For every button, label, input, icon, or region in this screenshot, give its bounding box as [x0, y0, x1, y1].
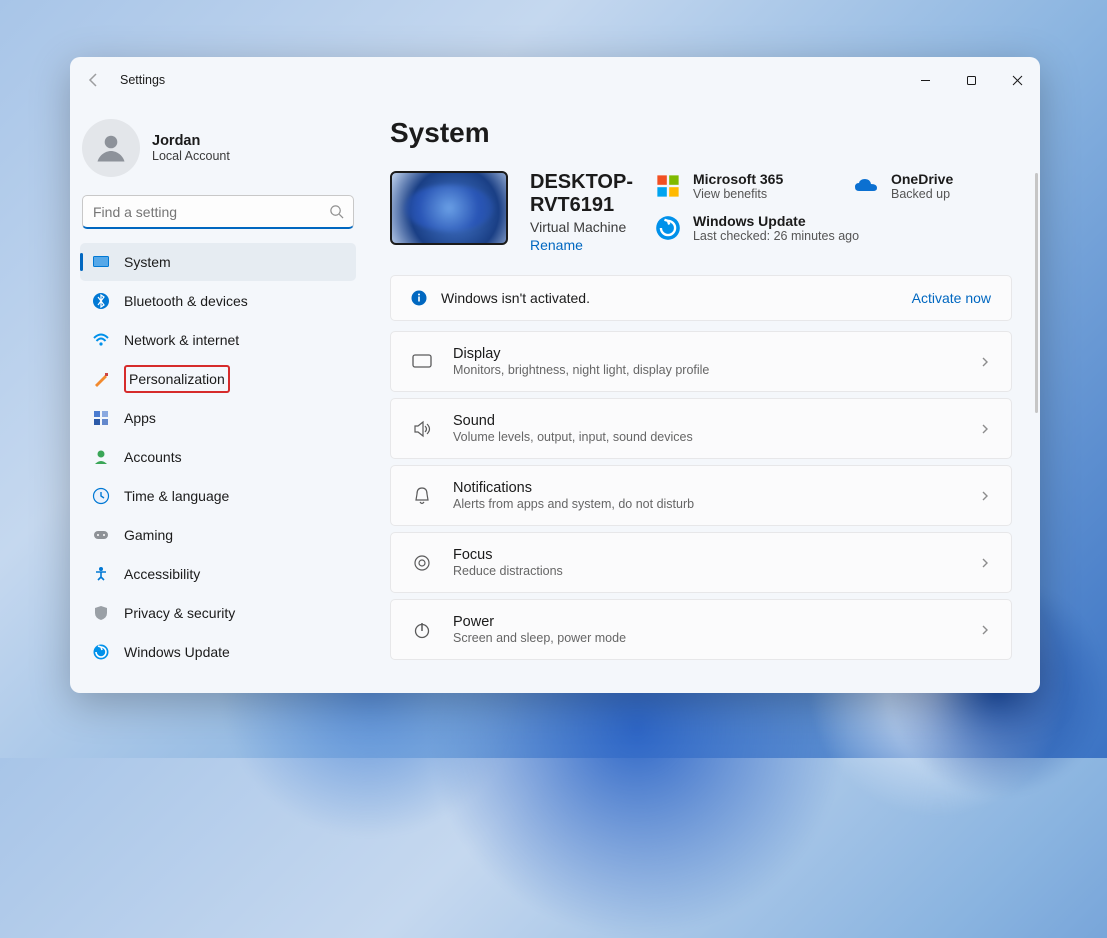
personalization-icon [92, 370, 110, 388]
nav-time[interactable]: Time & language [80, 477, 356, 515]
minimize-button[interactable] [902, 64, 948, 96]
app-title: Settings [120, 73, 165, 87]
nav-label: Gaming [124, 527, 173, 543]
row-title: Notifications [453, 480, 694, 496]
status-onedrive[interactable]: OneDriveBacked up [853, 171, 1023, 201]
nav-label: Personalization [129, 371, 225, 387]
accounts-icon [92, 448, 110, 466]
row-display[interactable]: DisplayMonitors, brightness, night light… [390, 331, 1012, 392]
scrollbar[interactable] [1035, 173, 1038, 413]
chevron-right-icon [979, 624, 991, 636]
status-update[interactable]: Windows UpdateLast checked: 26 minutes a… [655, 213, 1023, 243]
activation-banner: Windows isn't activated. Activate now [390, 275, 1012, 321]
nav-bluetooth[interactable]: Bluetooth & devices [80, 282, 356, 320]
nav-accessibility[interactable]: Accessibility [80, 555, 356, 593]
chevron-right-icon [979, 557, 991, 569]
nav-label: Apps [124, 410, 156, 426]
focus-icon [411, 552, 433, 574]
content-area: System DESKTOP-RVT6191 Virtual Machine R… [370, 103, 1040, 693]
nav-list: System Bluetooth & devices Network & int… [76, 243, 360, 682]
close-button[interactable] [994, 64, 1040, 96]
status-sub: Backed up [891, 187, 953, 201]
m365-icon [655, 173, 681, 199]
system-overview: DESKTOP-RVT6191 Virtual Machine Rename M… [390, 171, 1012, 253]
nav-personalization[interactable]: Personalization [80, 360, 356, 398]
rename-link[interactable]: Rename [530, 237, 633, 253]
clock-icon [92, 487, 110, 505]
shield-icon [92, 604, 110, 622]
row-sub: Monitors, brightness, night light, displ… [453, 363, 709, 377]
nav-label: Bluetooth & devices [124, 293, 248, 309]
row-title: Focus [453, 547, 563, 563]
status-sub: View benefits [693, 187, 783, 201]
info-icon [411, 290, 427, 306]
titlebar: Settings [70, 57, 1040, 103]
bell-icon [411, 485, 433, 507]
pc-thumbnail[interactable] [390, 171, 508, 245]
maximize-button[interactable] [948, 64, 994, 96]
row-sub: Screen and sleep, power mode [453, 631, 626, 645]
onedrive-icon [853, 173, 879, 199]
row-title: Display [453, 346, 709, 362]
power-icon [411, 619, 433, 641]
nav-privacy[interactable]: Privacy & security [80, 594, 356, 632]
nav-label: Network & internet [124, 332, 239, 348]
nav-accounts[interactable]: Accounts [80, 438, 356, 476]
display-icon [411, 351, 433, 373]
search-box[interactable] [82, 195, 354, 229]
search-icon [329, 204, 344, 219]
activate-link[interactable]: Activate now [912, 290, 991, 306]
chevron-right-icon [979, 423, 991, 435]
wifi-icon [92, 331, 110, 349]
status-m365[interactable]: Microsoft 365View benefits [655, 171, 825, 201]
nav-label: Accessibility [124, 566, 200, 582]
gaming-icon [92, 526, 110, 544]
sound-icon [411, 418, 433, 440]
update-icon [655, 215, 681, 241]
banner-text: Windows isn't activated. [441, 290, 590, 306]
row-title: Power [453, 614, 626, 630]
back-button[interactable] [86, 72, 102, 88]
row-sub: Alerts from apps and system, do not dist… [453, 497, 694, 511]
row-power[interactable]: PowerScreen and sleep, power mode [390, 599, 1012, 660]
row-notifications[interactable]: NotificationsAlerts from apps and system… [390, 465, 1012, 526]
status-title: Microsoft 365 [693, 171, 783, 187]
row-sub: Reduce distractions [453, 564, 563, 578]
highlight-box: Personalization [124, 365, 230, 393]
update-icon [92, 643, 110, 661]
nav-label: Privacy & security [124, 605, 235, 621]
status-title: OneDrive [891, 171, 953, 187]
hostname: DESKTOP-RVT6191 [530, 171, 633, 217]
nav-label: Windows Update [124, 644, 230, 660]
chevron-right-icon [979, 490, 991, 502]
apps-icon [92, 409, 110, 427]
accessibility-icon [92, 565, 110, 583]
system-icon [92, 253, 110, 271]
row-sound[interactable]: SoundVolume levels, output, input, sound… [390, 398, 1012, 459]
device-type: Virtual Machine [530, 219, 633, 235]
nav-gaming[interactable]: Gaming [80, 516, 356, 554]
nav-apps[interactable]: Apps [80, 399, 356, 437]
bluetooth-icon [92, 292, 110, 310]
settings-window: Settings Jordan Local Account [70, 57, 1040, 693]
nav-update[interactable]: Windows Update [80, 633, 356, 671]
nav-network[interactable]: Network & internet [80, 321, 356, 359]
user-block[interactable]: Jordan Local Account [76, 103, 360, 195]
sidebar: Jordan Local Account System Bluetooth & … [70, 103, 370, 693]
chevron-right-icon [979, 356, 991, 368]
row-sub: Volume levels, output, input, sound devi… [453, 430, 693, 444]
status-title: Windows Update [693, 213, 859, 229]
user-subtitle: Local Account [152, 149, 230, 163]
user-name: Jordan [152, 133, 230, 149]
nav-label: Accounts [124, 449, 182, 465]
row-focus[interactable]: FocusReduce distractions [390, 532, 1012, 593]
nav-label: Time & language [124, 488, 229, 504]
nav-system[interactable]: System [80, 243, 356, 281]
nav-label: System [124, 254, 171, 270]
status-sub: Last checked: 26 minutes ago [693, 229, 859, 243]
avatar [82, 119, 140, 177]
row-title: Sound [453, 413, 693, 429]
search-input[interactable] [82, 195, 354, 229]
page-title: System [390, 117, 1012, 149]
